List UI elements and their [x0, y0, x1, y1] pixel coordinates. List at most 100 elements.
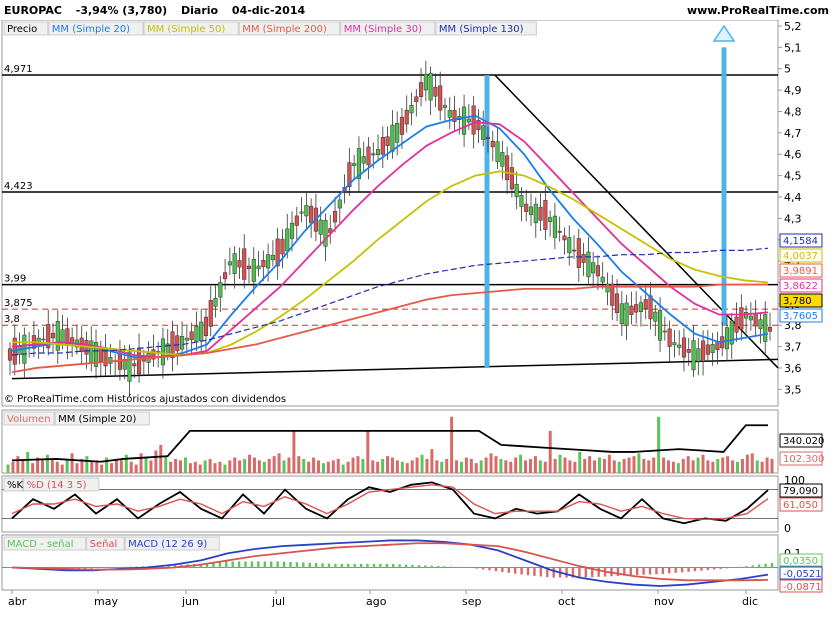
volume-bar: [420, 454, 424, 473]
volume-bar: [31, 463, 35, 473]
candle-body: [41, 338, 46, 341]
volume-bar: [351, 457, 355, 473]
volume-bar: [331, 460, 335, 473]
candle-body: [332, 211, 338, 223]
macd-hist-bar: [282, 561, 286, 568]
volume-bar: [341, 464, 345, 473]
volume-bar: [602, 458, 606, 473]
volume-bar: [336, 458, 340, 473]
volume-bar: [346, 461, 350, 473]
candle-body: [285, 228, 290, 252]
volume-bar: [100, 464, 104, 473]
macd-hist-bar: [513, 567, 517, 574]
volume-bar: [366, 430, 370, 473]
candle-body: [701, 340, 706, 362]
price-note: © ProRealTime.com Históricos ajustados c…: [4, 393, 286, 405]
volume-bar: [390, 457, 394, 473]
macd-hist-bar: [443, 566, 446, 568]
price-tick-label: 4,3: [784, 212, 802, 225]
volume-bar: [745, 454, 749, 473]
candle-body: [251, 259, 256, 282]
candle-body: [70, 337, 75, 344]
volume-bar: [464, 457, 468, 473]
volume-bar: [85, 456, 89, 473]
chart-area[interactable]: 5,25,154,94,84,74,64,54,44,34,24,143,93,…: [0, 19, 835, 620]
volume-bar: [129, 461, 133, 473]
value-tag-label: 4,0037: [783, 251, 818, 262]
candle-body: [280, 238, 285, 255]
level-label: 3,875: [4, 298, 33, 309]
candle-body: [758, 319, 763, 329]
macd-hist-bar: [539, 567, 543, 577]
macd-hist-bar: [347, 563, 350, 568]
volume-bar: [499, 458, 503, 473]
price-tick-label: 3,7: [784, 341, 802, 354]
volume-bar: [213, 463, 217, 473]
candle-body: [261, 260, 266, 268]
volume-bar: [479, 460, 483, 473]
volume-bar: [21, 460, 25, 473]
candle-body: [567, 237, 572, 254]
candle-body: [734, 316, 739, 333]
macd-hist-bar: [494, 567, 498, 572]
stoch-legend-item: %K: [7, 480, 24, 491]
volume-bar: [317, 460, 321, 473]
volume-bar: [361, 458, 365, 473]
macd-hist-bar: [578, 567, 581, 578]
macd-hist-bar: [96, 567, 100, 569]
candle-body: [361, 156, 366, 164]
volume-bar: [666, 460, 670, 473]
candle-body: [672, 342, 677, 346]
macd-hist-bar: [424, 565, 427, 568]
volume-bar: [760, 461, 764, 473]
candle-body: [696, 348, 701, 362]
candle-body: [323, 219, 328, 247]
volume-bar: [445, 458, 449, 473]
macd-hist-bar: [584, 567, 588, 578]
candle-body: [658, 310, 663, 341]
macd-hist-bar: [674, 567, 677, 573]
macd-hist-bar: [6, 567, 10, 568]
candle-body: [414, 96, 419, 102]
volume-bar: [243, 458, 247, 473]
candle-body: [371, 153, 376, 156]
volume-bar: [292, 430, 296, 473]
candle-body: [256, 265, 261, 270]
candle-body: [533, 203, 538, 224]
volume-bar: [405, 463, 409, 473]
candle-body: [767, 326, 773, 332]
volume-bar: [755, 460, 759, 473]
volume-bar: [149, 460, 153, 473]
macd-hist-bar: [231, 561, 234, 568]
candle-body: [605, 283, 610, 293]
volume-bar: [504, 460, 508, 473]
volume-bar: [55, 461, 59, 473]
candle-body: [538, 206, 543, 221]
volume-bar: [617, 461, 621, 473]
volume-bar: [144, 457, 148, 473]
volume-bar: [277, 453, 281, 473]
macd-hist-bar: [289, 561, 292, 568]
volume-bar: [198, 464, 202, 473]
candle-body: [438, 85, 443, 111]
volume-bar: [548, 430, 552, 473]
volume-bar: [731, 460, 735, 473]
volume-bar: [657, 416, 661, 473]
volume-bar: [696, 457, 700, 473]
candle-body: [337, 199, 342, 209]
macd-hist-bar: [597, 567, 600, 577]
candle-body: [519, 195, 524, 207]
volume-bar: [386, 456, 390, 473]
price-tick-label: 4,4: [784, 191, 802, 204]
macd-hist-bar: [385, 563, 388, 568]
candle-body: [614, 293, 620, 313]
volume-bar: [105, 457, 109, 473]
volume-bar: [159, 444, 163, 473]
change-label: -3,94% (3,780): [75, 4, 168, 17]
candle-body: [380, 137, 385, 155]
candle-body: [89, 340, 94, 363]
macd-hist-bar: [526, 567, 530, 576]
price-legend-item: MM (Simple 50): [147, 24, 225, 35]
macd-hist-bar: [725, 567, 729, 569]
macd-hist-bar: [507, 567, 510, 573]
